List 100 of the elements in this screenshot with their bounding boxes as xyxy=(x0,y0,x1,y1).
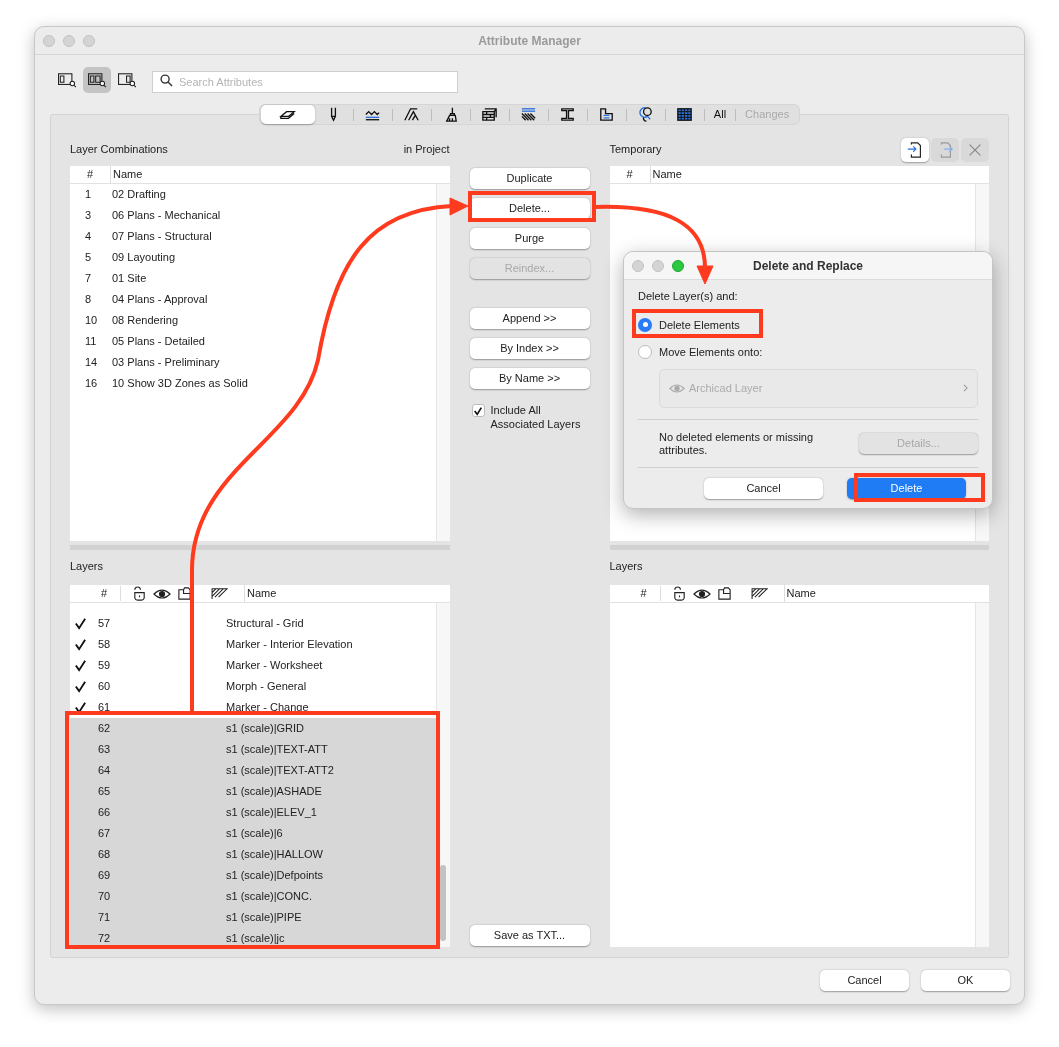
radio-button[interactable] xyxy=(638,317,652,332)
table-cell-text: 4 xyxy=(84,229,93,245)
radio-label: Delete Elements xyxy=(659,317,740,333)
layer-row[interactable]: 65 s1 (scale)|ASHADE xyxy=(70,781,436,802)
scrollbar[interactable] xyxy=(975,603,989,947)
table-cell-text: s1 (scale)|CONC. xyxy=(226,889,312,905)
table-cell-text: 72 xyxy=(97,931,112,947)
table-cell-text: 08 Rendering xyxy=(112,313,179,329)
panel-title: Temporary xyxy=(609,142,662,158)
close-button[interactable] xyxy=(961,137,989,162)
layer-row[interactable]: 61 Marker - Change xyxy=(70,697,436,718)
column-header[interactable]: # xyxy=(609,166,650,183)
layer-row[interactable]: 64 s1 (scale)|TEXT-ATT2 xyxy=(70,760,436,781)
layer-row[interactable]: 63 s1 (scale)|TEXT-ATT xyxy=(70,739,436,760)
layer-row[interactable]: 57 Structural - Grid xyxy=(70,613,436,634)
table-cell-text: 02 Drafting xyxy=(112,187,166,203)
window-control[interactable] xyxy=(672,259,684,272)
column-header[interactable]: Name xyxy=(783,585,816,602)
table-cell-text: 65 xyxy=(97,784,112,800)
save-button[interactable]: Save as TXT... xyxy=(469,925,590,946)
table-cell-text: 64 xyxy=(97,763,112,779)
table-cell-text: 68 xyxy=(97,847,112,863)
delete-button[interactable]: Delete xyxy=(847,477,966,499)
eye-icon xyxy=(692,587,711,600)
table-cell-text: 06 Plans - Mechanical xyxy=(112,208,221,224)
column-header[interactable]: # xyxy=(629,585,660,602)
table-cell-text: 8 xyxy=(84,292,93,308)
eye-icon xyxy=(153,587,171,600)
table-cell-text: Structural - Grid xyxy=(226,616,304,632)
table-cell-text: Morph - General xyxy=(226,679,307,695)
table-cell-text: 07 Plans - Structural xyxy=(112,229,212,245)
table-cell-text: s1 (scale)|PIPE xyxy=(226,910,302,926)
layer-row[interactable]: 58 Marker - Interior Elevation xyxy=(70,634,436,655)
filter-tab[interactable]: All xyxy=(704,105,736,124)
scrollbar-thumb[interactable] xyxy=(440,865,446,941)
table-cell-text: 71 xyxy=(97,910,112,926)
dialog-title: Delete and Replace xyxy=(751,257,864,275)
table-cell-text: 16 xyxy=(84,376,99,392)
column-header[interactable]: Name xyxy=(110,166,143,183)
lock-icon xyxy=(132,586,147,601)
table-cell-text: 61 xyxy=(97,700,112,716)
table-cell-text: s1 (scale)|HALLOW xyxy=(226,847,323,863)
column-header[interactable]: Name xyxy=(244,585,277,602)
layer-row[interactable]: 60 Morph - General xyxy=(70,676,436,697)
action-button[interactable]: Purge xyxy=(469,228,590,249)
ok-button[interactable]: OK xyxy=(921,970,1010,991)
column-header[interactable]: # xyxy=(70,166,110,183)
transfer-button[interactable]: By Name >> xyxy=(469,368,590,389)
table-cell-text: 5 xyxy=(84,250,93,266)
checkbox[interactable] xyxy=(471,404,485,417)
table-cell-text: 62 xyxy=(97,721,112,737)
layer-row[interactable]: 68 s1 (scale)|HALLOW xyxy=(70,844,436,865)
dropdown-value: Archicad Layer xyxy=(689,380,764,396)
document-icon xyxy=(716,586,732,601)
action-button[interactable]: Duplicate xyxy=(469,168,590,189)
eye-icon xyxy=(669,382,685,394)
layer-row[interactable]: 62 s1 (scale)|GRID xyxy=(70,718,436,739)
table-cell-text: 60 xyxy=(97,679,112,695)
prompt-text: Delete Layer(s) and: xyxy=(638,289,739,304)
transfer-button[interactable]: Append >> xyxy=(469,308,590,329)
table-cell-text: s1 (scale)|6 xyxy=(226,826,283,842)
brick-icon xyxy=(480,105,500,124)
layer-row[interactable]: 70 s1 (scale)|CONC. xyxy=(70,886,436,907)
search-icon xyxy=(160,74,173,87)
window-title: Attribute Manager xyxy=(477,32,582,50)
table-cell-text: s1 (scale)|TEXT-ATT2 xyxy=(226,763,334,779)
search-field[interactable]: Search Attributes xyxy=(152,71,458,93)
cancel-button[interactable]: Cancel xyxy=(704,477,823,499)
table-cell-text: 05 Plans - Detailed xyxy=(112,334,205,350)
transfer-button[interactable]: By Index >> xyxy=(469,338,590,359)
table-cell-text: Marker - Interior Elevation xyxy=(226,637,353,653)
layer-row[interactable]: 59 Marker - Worksheet xyxy=(70,655,436,676)
table-cell-text: s1 (scale)|Defpoints xyxy=(226,868,323,884)
column-header[interactable]: Name xyxy=(649,166,682,183)
hatch-icon xyxy=(210,587,229,600)
layer-tab[interactable] xyxy=(260,105,315,124)
table-cell-text: 03 Plans - Preliminary xyxy=(112,355,220,371)
table-cell-text: 01 Site xyxy=(112,271,147,287)
layer-row[interactable]: 71 s1 (scale)|PIPE xyxy=(70,907,436,928)
hatch-icon xyxy=(749,587,769,600)
layer-row[interactable]: 67 s1 (scale)|6 xyxy=(70,823,436,844)
radio-button[interactable] xyxy=(638,345,652,360)
cancel-button[interactable]: Cancel xyxy=(820,970,909,991)
table-cell-text: 10 Show 3D Zones as Solid xyxy=(112,376,248,392)
info-text: No deleted elements or missing attributes. xyxy=(659,430,815,457)
table-cell-text: 57 xyxy=(97,616,112,632)
lock-icon xyxy=(671,586,687,601)
scrollbar[interactable] xyxy=(435,184,450,541)
layer-row[interactable]: 66 s1 (scale)|ELEV_1 xyxy=(70,802,436,823)
layer-row[interactable]: 69 s1 (scale)|Defpoints xyxy=(70,865,436,886)
table-cell-text: 59 xyxy=(97,658,112,674)
view-button[interactable] xyxy=(83,67,111,93)
document-icon xyxy=(177,586,192,601)
chevron-icon xyxy=(963,384,968,392)
column-header[interactable]: # xyxy=(90,585,120,602)
table-cell-text: s1 (scale)|ASHADE xyxy=(226,784,322,800)
table-cell-text: 04 Plans - Approval xyxy=(112,292,208,308)
panel-title: Layer Combinations xyxy=(70,142,168,158)
table-cell-text: s1 (scale)|GRID xyxy=(226,721,305,737)
import-button[interactable] xyxy=(901,137,929,162)
